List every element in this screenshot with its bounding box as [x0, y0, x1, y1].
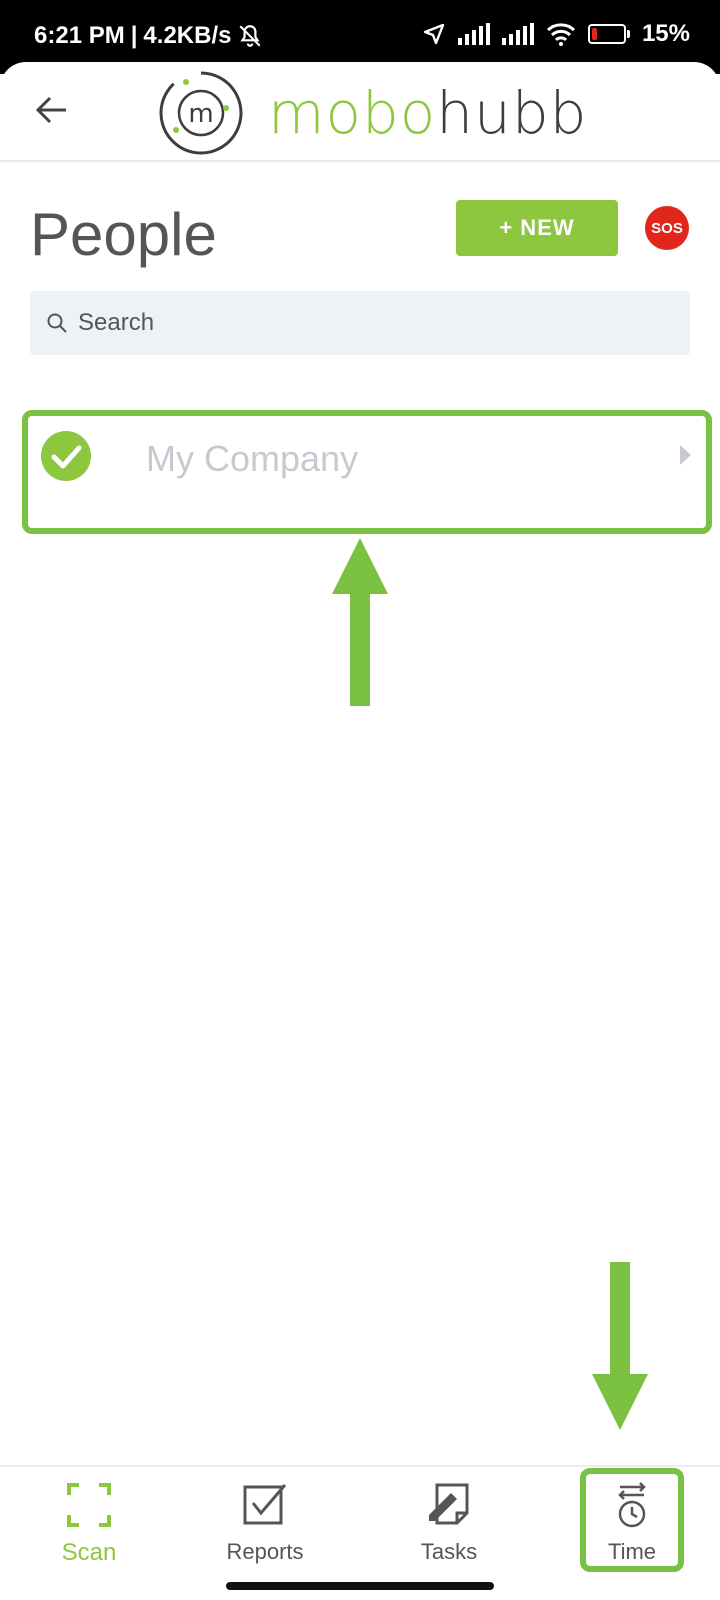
logo-text-mobo: mobo [268, 79, 437, 147]
list-item-my-company[interactable]: My Company [22, 410, 712, 534]
nav-item-tasks[interactable]: Tasks [389, 1481, 509, 1581]
list-item-label: My Company [146, 438, 359, 479]
status-time: 6:21 PM [34, 22, 125, 49]
time-highlight-box [580, 1468, 684, 1572]
annotation-arrow-up-icon [332, 538, 388, 706]
wifi-icon [546, 23, 575, 46]
logo-text: mobohubb [268, 79, 587, 147]
new-button[interactable]: + NEW [456, 200, 618, 256]
svg-text:m: m [188, 99, 213, 129]
app-header: m mobohubb [0, 62, 720, 162]
status-left: 6:21 PM | 4.2KB/s [34, 22, 263, 50]
page-title: People [30, 201, 217, 268]
home-indicator[interactable] [226, 1582, 494, 1590]
sos-button[interactable]: SOS [645, 206, 689, 250]
tasks-icon [429, 1483, 469, 1525]
battery-body [587, 24, 626, 44]
signal-icon [501, 23, 534, 45]
logo: m mobohubb [156, 68, 606, 158]
location-icon [423, 23, 445, 45]
nav-item-reports[interactable]: Reports [205, 1481, 325, 1581]
scan-icon [67, 1483, 111, 1527]
nav-label-reports: Reports [226, 1539, 304, 1564]
logo-mark-icon: m [159, 71, 243, 155]
nav-item-scan[interactable]: Scan [29, 1481, 149, 1581]
battery-tip [626, 30, 630, 38]
search-input[interactable] [78, 309, 638, 337]
battery-fill [591, 28, 597, 40]
check-circle-icon [41, 431, 91, 481]
status-network-speed: 4.2KB/s [143, 22, 232, 49]
mute-bell-icon [239, 25, 261, 47]
logo-text-hubb: hubb [436, 79, 588, 147]
battery-icon [587, 24, 630, 44]
chevron-right-icon [680, 445, 691, 465]
signal-icon [457, 23, 490, 45]
search-bar[interactable] [30, 291, 690, 355]
reports-icon [243, 1484, 287, 1525]
status-right: 15% [422, 20, 690, 48]
battery-percent: 15% [641, 20, 690, 47]
nav-label-scan: Scan [61, 1539, 117, 1566]
search-icon [47, 313, 67, 333]
arrow-left-icon[interactable] [30, 88, 74, 132]
status-separator: | [130, 22, 138, 49]
nav-label-tasks: Tasks [420, 1539, 478, 1564]
annotation-arrow-down-icon [592, 1262, 648, 1430]
